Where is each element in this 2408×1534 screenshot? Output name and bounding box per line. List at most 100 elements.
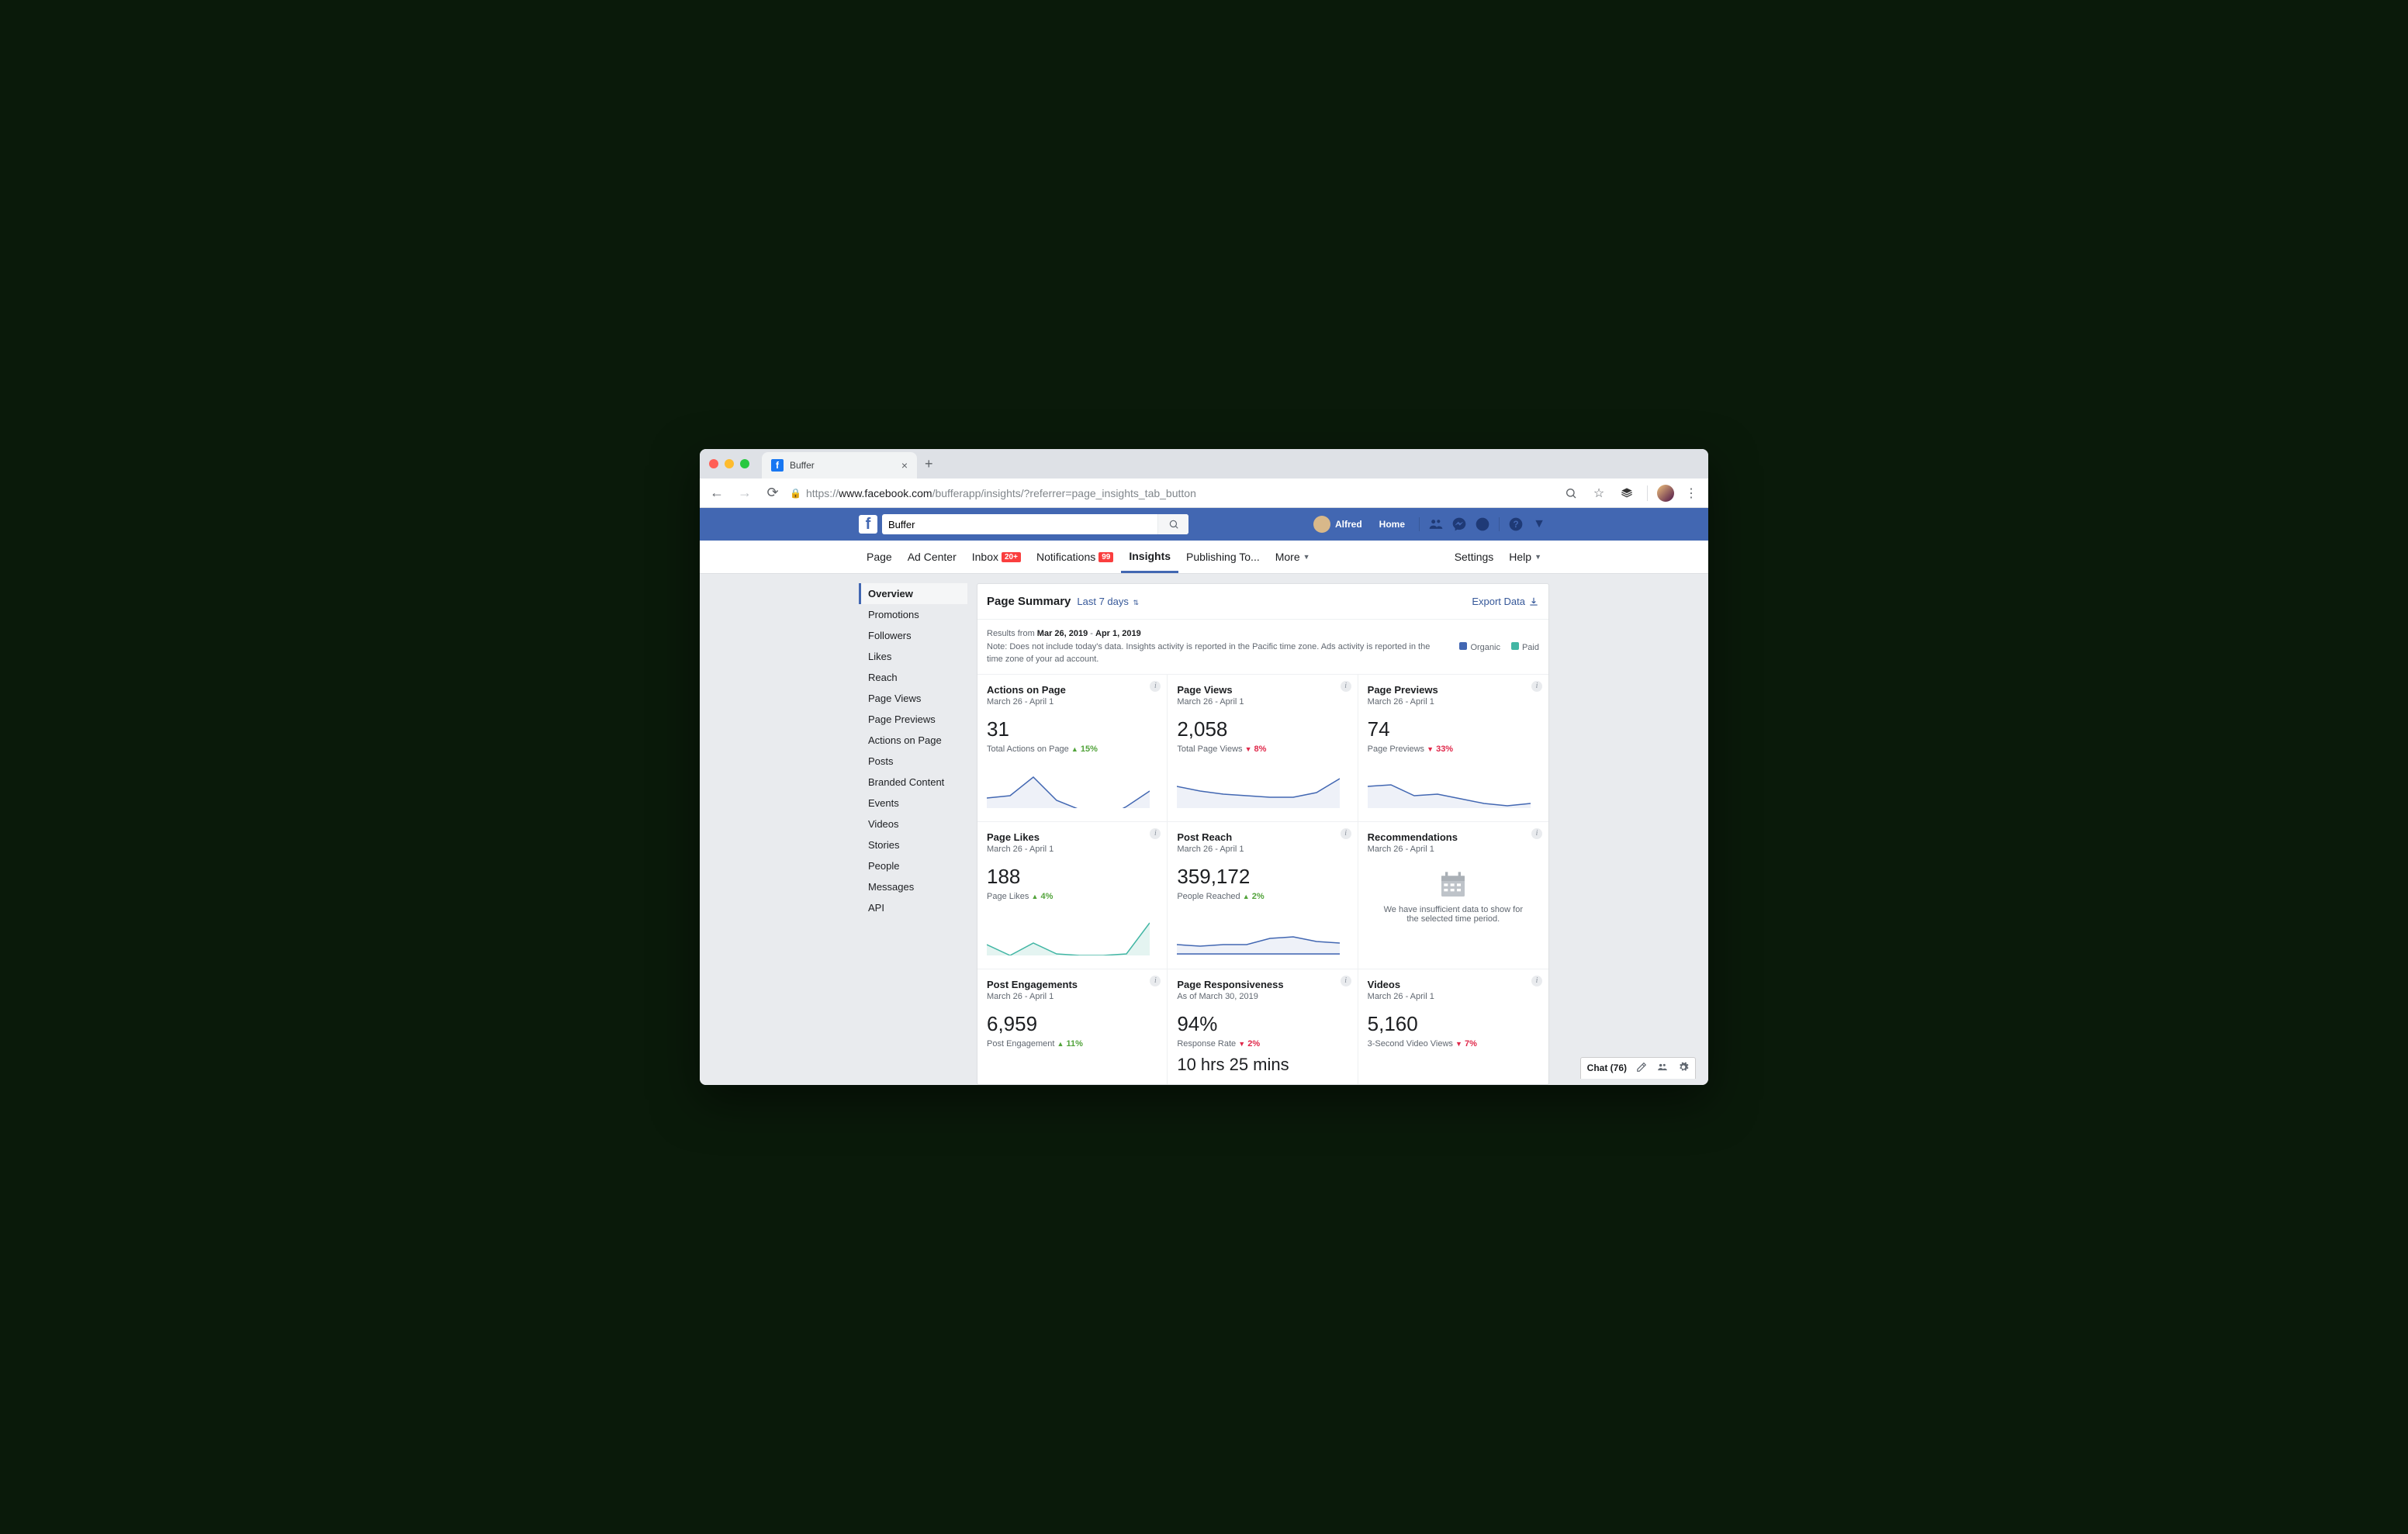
- tab-insights[interactable]: Insights: [1121, 541, 1178, 573]
- sidebar-item-overview[interactable]: Overview: [859, 583, 967, 604]
- user-name: Alfred: [1335, 519, 1362, 530]
- chrome-menu-icon[interactable]: ⋮: [1680, 482, 1702, 504]
- sidebar-item-reach[interactable]: Reach: [859, 667, 967, 688]
- sidebar-item-actions-on-page[interactable]: Actions on Page: [859, 730, 967, 751]
- sidebar-item-followers[interactable]: Followers: [859, 625, 967, 646]
- tab-settings[interactable]: Settings: [1447, 541, 1502, 573]
- new-tab-button[interactable]: +: [925, 456, 933, 472]
- insights-main: Page Summary Last 7 days ⇅ Export Data R…: [977, 583, 1549, 1085]
- tab-help[interactable]: Help▼: [1501, 541, 1549, 573]
- metric-card-page-responsiveness[interactable]: i Page Responsiveness As of March 30, 20…: [1168, 969, 1358, 1084]
- card-description: Post Engagement ▲ 11%: [987, 1039, 1157, 1049]
- legend-paid-label: Paid: [1522, 643, 1539, 652]
- metric-card-post-engagements[interactable]: i Post Engagements March 26 - April 16,9…: [977, 969, 1168, 1084]
- account-dropdown-icon[interactable]: ▼: [1529, 514, 1549, 534]
- gear-icon[interactable]: [1678, 1062, 1689, 1075]
- sidebar-item-stories[interactable]: Stories: [859, 834, 967, 855]
- browser-window: f Buffer × + ← → ⟳ 🔒 https://www.faceboo…: [700, 449, 1708, 1085]
- sidebar-item-page-views[interactable]: Page Views: [859, 688, 967, 709]
- friend-requests-icon[interactable]: [1426, 514, 1446, 534]
- tab-more[interactable]: More▼: [1268, 541, 1318, 573]
- card-value: 5,160: [1368, 1012, 1539, 1036]
- sidebar-item-promotions[interactable]: Promotions: [859, 604, 967, 625]
- sidebar-item-likes[interactable]: Likes: [859, 646, 967, 667]
- card-description: Response Rate ▼ 2%: [1177, 1039, 1348, 1049]
- tab-ad-center[interactable]: Ad Center: [900, 541, 964, 573]
- chat-bar[interactable]: Chat (76): [1580, 1057, 1696, 1079]
- close-window-button[interactable]: [709, 459, 718, 468]
- info-icon[interactable]: i: [1531, 681, 1542, 692]
- sparkline-chart: [1177, 910, 1340, 955]
- sidebar-item-page-previews[interactable]: Page Previews: [859, 709, 967, 730]
- info-icon[interactable]: i: [1341, 828, 1351, 839]
- card-value: 74: [1368, 717, 1539, 741]
- card-description: Total Actions on Page ▲ 15%: [987, 745, 1157, 754]
- metric-card-post-reach[interactable]: i Post Reach March 26 - April 1359,172 P…: [1168, 821, 1358, 969]
- forward-button[interactable]: →: [734, 482, 756, 504]
- minimize-window-button[interactable]: [725, 459, 734, 468]
- avatar-icon: [1313, 516, 1330, 533]
- back-button[interactable]: ←: [706, 482, 728, 504]
- info-icon[interactable]: i: [1341, 976, 1351, 986]
- tab-inbox[interactable]: Inbox20+: [964, 541, 1029, 573]
- info-icon[interactable]: i: [1341, 681, 1351, 692]
- fb-profile-link[interactable]: Alfred: [1307, 516, 1368, 533]
- metric-card-recommendations[interactable]: i Recommendations March 26 - April 1 We …: [1358, 821, 1548, 969]
- group-icon[interactable]: [1656, 1062, 1669, 1075]
- card-subtitle: March 26 - April 1: [1368, 992, 1539, 1001]
- buffer-extension-icon[interactable]: [1616, 482, 1638, 504]
- sidebar-item-posts[interactable]: Posts: [859, 751, 967, 772]
- sidebar-item-events[interactable]: Events: [859, 793, 967, 814]
- sidebar-item-videos[interactable]: Videos: [859, 814, 967, 834]
- info-icon[interactable]: i: [1150, 976, 1161, 986]
- info-icon[interactable]: i: [1150, 681, 1161, 692]
- sidebar-item-people[interactable]: People: [859, 855, 967, 876]
- chat-label: Chat (76): [1587, 1062, 1627, 1073]
- metric-card-page-views[interactable]: i Page Views March 26 - April 12,058 Tot…: [1168, 674, 1358, 821]
- search-input[interactable]: [882, 519, 1157, 530]
- info-icon[interactable]: i: [1150, 828, 1161, 839]
- card-title: Post Reach: [1177, 831, 1348, 843]
- sidebar-item-messages[interactable]: Messages: [859, 876, 967, 897]
- no-data-placeholder: We have insufficient data to show for th…: [1368, 869, 1539, 924]
- export-data-button[interactable]: Export Data: [1472, 596, 1539, 607]
- info-icon[interactable]: i: [1531, 828, 1542, 839]
- legend: Organic Paid: [1459, 627, 1539, 666]
- help-icon[interactable]: ?: [1506, 514, 1526, 534]
- profile-avatar[interactable]: [1657, 485, 1674, 502]
- legend-organic-swatch: [1459, 642, 1467, 650]
- search-button[interactable]: [1157, 514, 1188, 534]
- notifications-badge: 99: [1098, 552, 1113, 562]
- messenger-icon[interactable]: [1449, 514, 1469, 534]
- card-subtitle: March 26 - April 1: [987, 845, 1157, 854]
- metric-card-page-previews[interactable]: i Page Previews March 26 - April 174 Pag…: [1358, 674, 1548, 821]
- facebook-logo[interactable]: f: [859, 515, 877, 534]
- date-range-dropdown[interactable]: Last 7 days ⇅: [1077, 596, 1139, 607]
- metric-card-videos[interactable]: i Videos March 26 - April 15,160 3-Secon…: [1358, 969, 1548, 1084]
- tab-notifications[interactable]: Notifications99: [1029, 541, 1121, 573]
- close-tab-icon[interactable]: ×: [901, 459, 908, 472]
- browser-tab[interactable]: f Buffer ×: [762, 452, 917, 479]
- svg-text:?: ?: [1513, 520, 1518, 530]
- zoom-icon[interactable]: [1560, 482, 1582, 504]
- window-controls: [709, 459, 749, 468]
- bookmark-star-icon[interactable]: ☆: [1588, 482, 1610, 504]
- sidebar-item-api[interactable]: API: [859, 897, 967, 918]
- compose-message-icon[interactable]: [1636, 1062, 1647, 1075]
- info-icon[interactable]: i: [1531, 976, 1542, 986]
- tab-page[interactable]: Page: [859, 541, 900, 573]
- facebook-favicon: f: [771, 459, 784, 472]
- metric-card-page-likes[interactable]: i Page Likes March 26 - April 1188 Page …: [977, 821, 1168, 969]
- sparkline-chart: [1368, 763, 1531, 808]
- card-subtitle: March 26 - April 1: [1177, 845, 1348, 854]
- lock-icon: 🔒: [790, 488, 801, 499]
- sidebar-item-branded-content[interactable]: Branded Content: [859, 772, 967, 793]
- metric-cards-grid: i Actions on Page March 26 - April 131 T…: [977, 674, 1548, 1084]
- home-link[interactable]: Home: [1372, 519, 1413, 530]
- url-field[interactable]: 🔒 https://www.facebook.com/bufferapp/ins…: [790, 487, 1554, 499]
- tab-publishing-tools[interactable]: Publishing To...: [1178, 541, 1268, 573]
- notifications-globe-icon[interactable]: [1472, 514, 1493, 534]
- reload-button[interactable]: ⟳: [762, 482, 784, 504]
- metric-card-actions-on-page[interactable]: i Actions on Page March 26 - April 131 T…: [977, 674, 1168, 821]
- maximize-window-button[interactable]: [740, 459, 749, 468]
